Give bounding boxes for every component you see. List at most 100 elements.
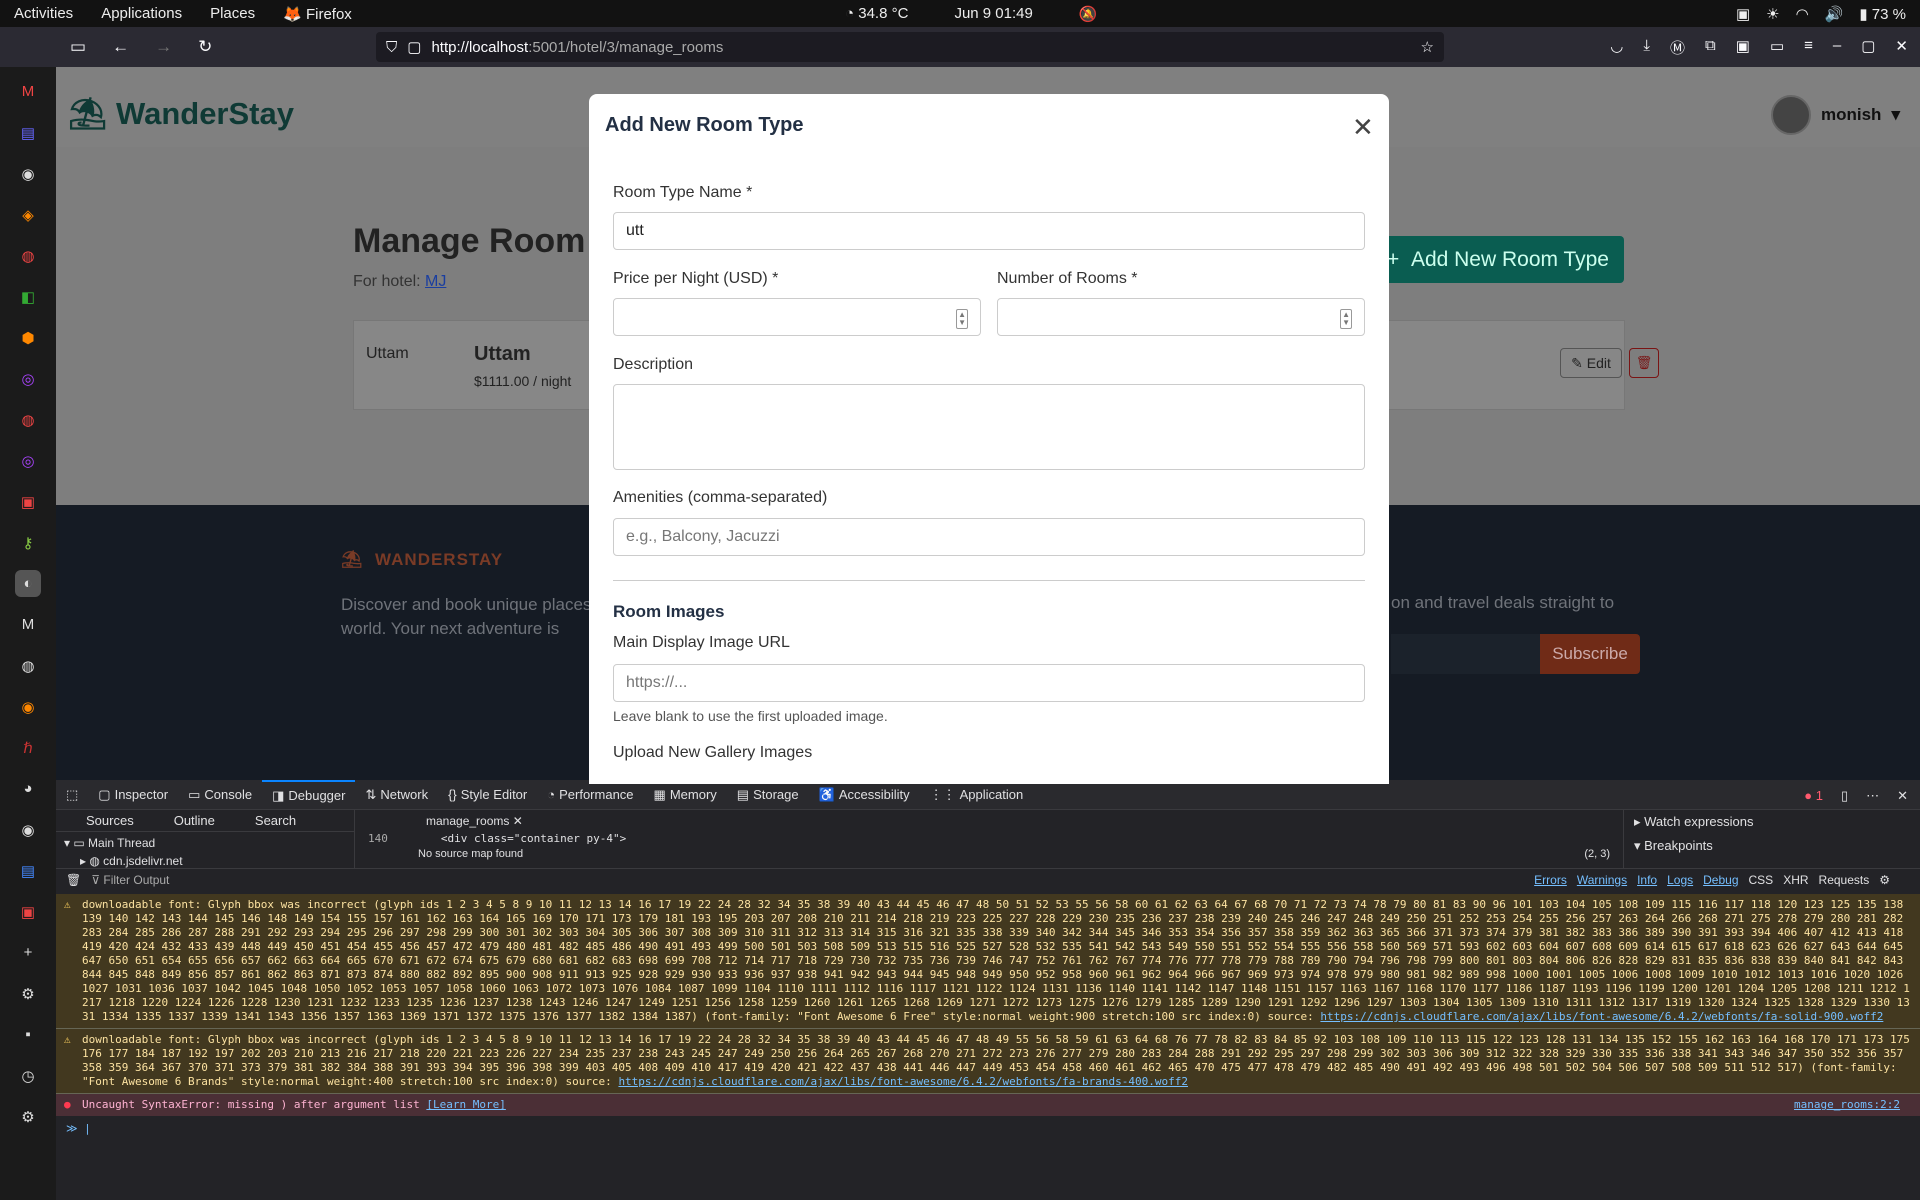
delete-room-button[interactable]: 🗑: [1629, 348, 1659, 378]
tab-memory[interactable]: ▦ Memory: [644, 780, 727, 810]
app-icon[interactable]: ◍: [15, 406, 41, 433]
description-textarea[interactable]: [613, 384, 1365, 470]
reload-icon[interactable]: ↻: [198, 37, 212, 57]
gmail-icon[interactable]: M: [15, 78, 41, 105]
menu-icon[interactable]: ≡: [1804, 37, 1813, 58]
drive-icon[interactable]: ▪: [15, 1021, 41, 1048]
breakpoints[interactable]: ▾ Breakpoints: [1624, 834, 1920, 858]
activities-button[interactable]: Activities: [14, 5, 73, 22]
stepper-icon[interactable]: ▲ ▼: [1340, 309, 1352, 329]
app-icon[interactable]: ◍: [15, 242, 41, 269]
close-devtools-icon[interactable]: ✕: [1897, 788, 1908, 804]
globe-icon[interactable]: ◍: [15, 652, 41, 679]
close-window-icon[interactable]: ✕: [1895, 37, 1908, 58]
brightness-icon[interactable]: ☀: [1766, 5, 1779, 23]
gear-icon[interactable]: ⚙: [15, 1103, 41, 1130]
volume-icon[interactable]: 🔊: [1825, 5, 1844, 23]
tab-accessibility[interactable]: ♿ Accessibility: [809, 780, 920, 810]
filter-css[interactable]: CSS: [1749, 873, 1774, 887]
minimize-icon[interactable]: –: [1833, 37, 1841, 58]
maximize-icon[interactable]: ▢: [1861, 37, 1875, 58]
download-icon[interactable]: ⤓: [1643, 37, 1650, 58]
cdn-item[interactable]: ▸ ◍ cdn.jsdelivr.net: [56, 854, 354, 868]
pocket-icon[interactable]: ◡: [1610, 37, 1623, 58]
file-tab[interactable]: manage_rooms ✕: [356, 810, 1622, 832]
app-icon[interactable]: ◎: [15, 365, 41, 392]
filter-debug[interactable]: Debug: [1703, 873, 1738, 887]
key-icon[interactable]: ⚷: [15, 529, 41, 556]
chrome-icon[interactable]: ◉: [15, 816, 41, 843]
forward-icon[interactable]: →: [155, 37, 172, 57]
clock-icon[interactable]: ◷: [15, 1062, 41, 1089]
user-menu[interactable]: monish ▾: [1771, 95, 1900, 135]
learn-more-link[interactable]: [Learn More]: [426, 1098, 505, 1111]
account-icon[interactable]: Ⓜ: [1670, 37, 1685, 58]
console-settings-icon[interactable]: ⚙: [1879, 873, 1890, 887]
url-bar[interactable]: ⛉ ▢ http://localhost:5001/hotel/3/manage…: [376, 32, 1444, 62]
tab-storage[interactable]: ▤ Storage: [727, 780, 809, 810]
firefox-app-menu[interactable]: 🦊 Firefox: [283, 5, 352, 23]
applications-menu[interactable]: Applications: [101, 5, 182, 22]
trash-icon[interactable]: 🗑: [66, 873, 81, 887]
app-icon[interactable]: ⬢: [15, 324, 41, 351]
dock-icon[interactable]: ▯: [1841, 788, 1848, 804]
main-thread-item[interactable]: ▾ ▭ Main Thread: [56, 832, 354, 854]
firefox-icon[interactable]: ◉: [15, 693, 41, 720]
medium-icon[interactable]: M: [15, 611, 41, 638]
app-icon[interactable]: ◐: [15, 570, 41, 597]
error-count-badge[interactable]: ● 1: [1804, 788, 1823, 804]
places-menu[interactable]: Places: [210, 5, 255, 22]
tab-style-editor[interactable]: {} Style Editor: [438, 780, 537, 810]
edit-room-button[interactable]: ✎ Edit: [1560, 348, 1622, 378]
pick-element-icon[interactable]: ⬚: [56, 780, 88, 810]
close-icon[interactable]: ✕: [1352, 112, 1374, 143]
app-icon[interactable]: ▣: [15, 488, 41, 515]
filter-input[interactable]: ⊽ Filter Output: [91, 873, 169, 887]
add-room-type-button[interactable]: + Add New Room Type: [1371, 236, 1624, 283]
stepper-icon[interactable]: ▲ ▼: [956, 309, 968, 329]
wifi-icon[interactable]: ◠: [1796, 5, 1809, 23]
tab-application[interactable]: ⋮⋮ Application: [920, 780, 1034, 810]
more-icon[interactable]: ⋯: [1866, 788, 1879, 804]
github-icon[interactable]: ◕: [15, 775, 41, 802]
sidebar-icon[interactable]: ▭: [1770, 37, 1784, 58]
add-icon[interactable]: +: [15, 939, 41, 966]
back-icon[interactable]: ←: [112, 37, 129, 57]
tab-sources[interactable]: Sources: [86, 813, 134, 828]
bookmark-star-icon[interactable]: ☆: [1421, 38, 1434, 56]
sidebar-toggle-icon[interactable]: ▭: [70, 37, 86, 57]
hotel-link[interactable]: MJ: [425, 273, 446, 290]
app-icon[interactable]: ▤: [15, 119, 41, 146]
site-logo[interactable]: ⛱ WanderStay: [68, 95, 294, 132]
error-source-link[interactable]: manage_rooms:2:2: [1794, 1098, 1900, 1112]
filter-logs[interactable]: Logs: [1667, 873, 1693, 887]
filter-info[interactable]: Info: [1637, 873, 1657, 887]
docs-icon[interactable]: ▤: [15, 857, 41, 884]
filter-errors[interactable]: Errors: [1534, 873, 1567, 887]
app-icon[interactable]: ◧: [15, 283, 41, 310]
subscribe-button[interactable]: Subscribe: [1540, 634, 1640, 674]
clock[interactable]: Jun 9 01:49: [954, 5, 1032, 22]
tab-outline[interactable]: Outline: [174, 813, 215, 828]
settings-icon[interactable]: ⚙: [15, 980, 41, 1007]
main-image-url-input[interactable]: https://...: [613, 664, 1365, 702]
warning-source-link[interactable]: https://cdnjs.cloudflare.com/ajax/libs/f…: [1320, 1010, 1883, 1023]
app-icon[interactable]: ◎: [15, 447, 41, 474]
filter-requests[interactable]: Requests: [1819, 873, 1870, 887]
tab-console[interactable]: ▭ Console: [178, 780, 262, 810]
warning-source-link[interactable]: https://cdnjs.cloudflare.com/ajax/libs/f…: [618, 1075, 1188, 1088]
battery-indicator[interactable]: ▮ 73 %: [1859, 5, 1906, 23]
watch-expressions[interactable]: ▸ Watch expressions: [1624, 810, 1920, 834]
amenities-input[interactable]: e.g., Balcony, Jacuzzi: [613, 518, 1365, 556]
tab-network[interactable]: ⇅ Network: [355, 780, 438, 810]
container-icon[interactable]: ▣: [1736, 37, 1750, 58]
rss-icon[interactable]: ◈: [15, 201, 41, 228]
num-rooms-input[interactable]: ▲ ▼: [997, 298, 1365, 336]
newsletter-input[interactable]: [1391, 634, 1541, 674]
room-type-name-input[interactable]: utt: [613, 212, 1365, 250]
console-input[interactable]: ≫ |: [56, 1116, 1920, 1141]
extensions-icon[interactable]: ⧉: [1705, 37, 1716, 58]
app-icon[interactable]: ▣: [15, 898, 41, 925]
tab-search[interactable]: Search: [255, 813, 296, 828]
tab-performance[interactable]: ◔ Performance: [537, 780, 643, 810]
